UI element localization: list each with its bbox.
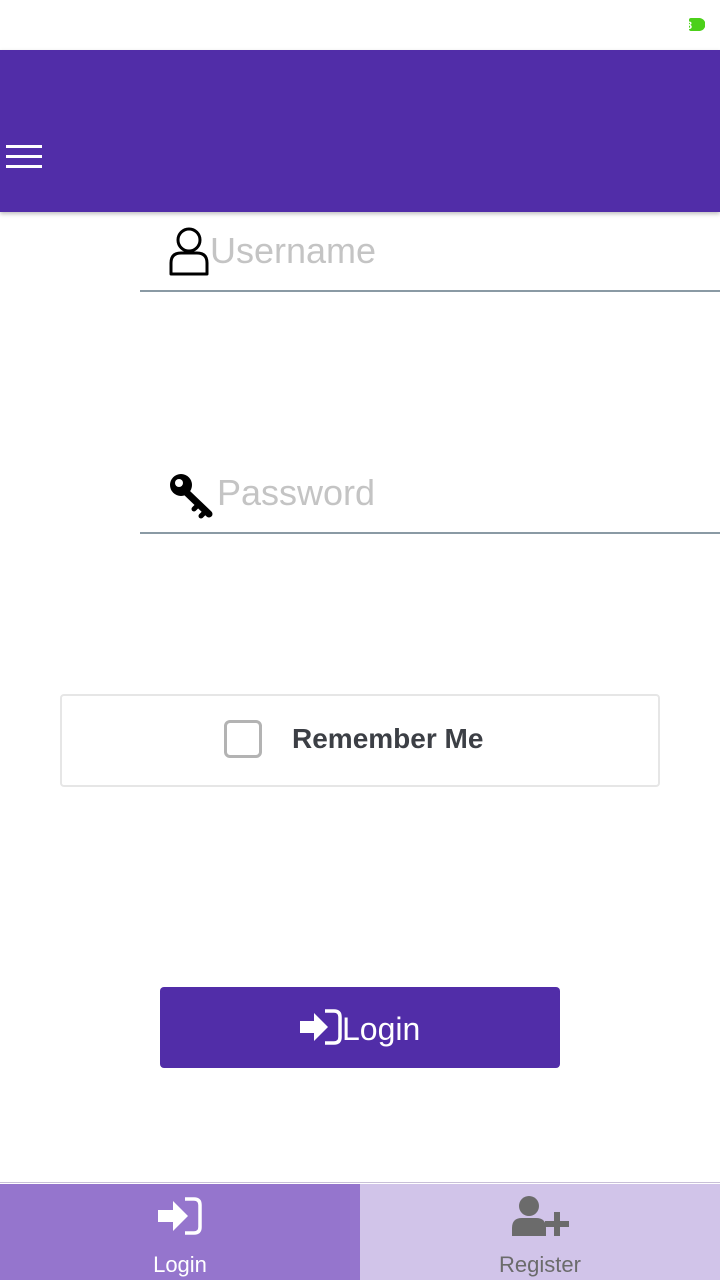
password-input[interactable] [217, 454, 707, 532]
status-bar: 3 [0, 0, 720, 50]
remember-me-checkbox[interactable] [224, 720, 262, 758]
user-outline-icon [169, 227, 209, 276]
remember-me-container: Remember Me [60, 694, 660, 787]
remember-me-label[interactable]: Remember Me [292, 723, 483, 755]
username-field [140, 212, 720, 292]
hamburger-menu-icon[interactable] [6, 145, 42, 171]
login-button[interactable]: Login [160, 987, 560, 1068]
nav-item-login[interactable]: Login [0, 1184, 360, 1280]
login-button-label: Login [342, 1011, 421, 1047]
nav-item-label: Login [153, 1252, 207, 1277]
password-field [140, 454, 720, 534]
battery-charging-icon: 3 [686, 18, 705, 31]
sign-in-icon [158, 1197, 202, 1235]
username-input[interactable] [210, 212, 710, 290]
bottom-navigation: Login Register [0, 1182, 720, 1280]
user-plus-icon [512, 1196, 569, 1236]
svg-text:3: 3 [686, 20, 692, 31]
nav-item-register[interactable]: Register [360, 1184, 720, 1280]
app-bar [0, 50, 720, 212]
nav-item-label: Register [499, 1252, 581, 1277]
key-icon [170, 474, 213, 519]
sign-in-icon [300, 1009, 342, 1045]
